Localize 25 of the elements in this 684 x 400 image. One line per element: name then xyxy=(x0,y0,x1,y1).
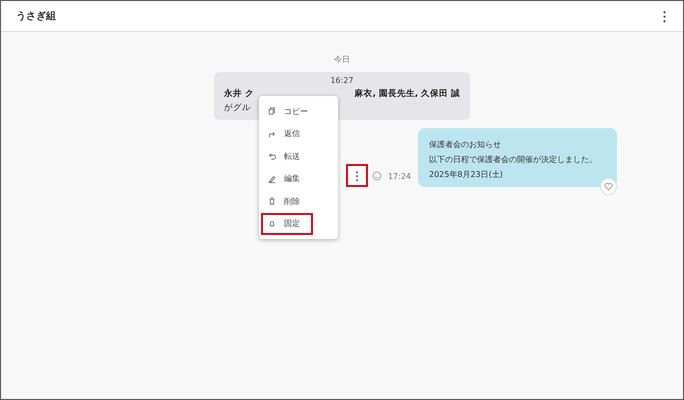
system-text: がグル xyxy=(224,103,251,113)
date-divider: 今日 xyxy=(334,54,350,65)
menu-item[interactable]: 編集 xyxy=(261,168,313,190)
copy-icon xyxy=(268,107,276,116)
menu-item[interactable]: 転送 xyxy=(261,145,313,168)
menu-item[interactable]: コピー xyxy=(261,100,313,122)
menu-item[interactable]: 削除 xyxy=(261,190,313,212)
reaction-icon[interactable] xyxy=(372,171,382,181)
message-text: 保護者会のお知らせ xyxy=(429,139,502,151)
message-time: 16:27 xyxy=(330,76,354,85)
reply-arrow-icon xyxy=(268,130,276,138)
member-names: 麻衣, 園長先生, 久保田 誠 xyxy=(354,88,460,100)
curved-arrow-icon xyxy=(268,152,276,160)
member-names: 永井 ク xyxy=(224,88,254,100)
menu-item[interactable]: 固定 xyxy=(261,212,313,235)
message-time: 17:24 xyxy=(388,172,411,181)
chat-title: うさぎ組 xyxy=(16,10,56,23)
message-text: 以下の日程で保護者会の開催が決定しました。 xyxy=(429,154,598,166)
menu-button[interactable]: ⋮ xyxy=(656,8,673,24)
trash-icon xyxy=(268,197,276,206)
bell-icon xyxy=(268,220,276,228)
message-text: 2025年8月23日(土) xyxy=(429,169,504,181)
more-button[interactable]: ⋮ xyxy=(346,164,368,187)
menu-item[interactable]: 返信 xyxy=(261,122,313,145)
pencil-icon xyxy=(268,174,276,183)
